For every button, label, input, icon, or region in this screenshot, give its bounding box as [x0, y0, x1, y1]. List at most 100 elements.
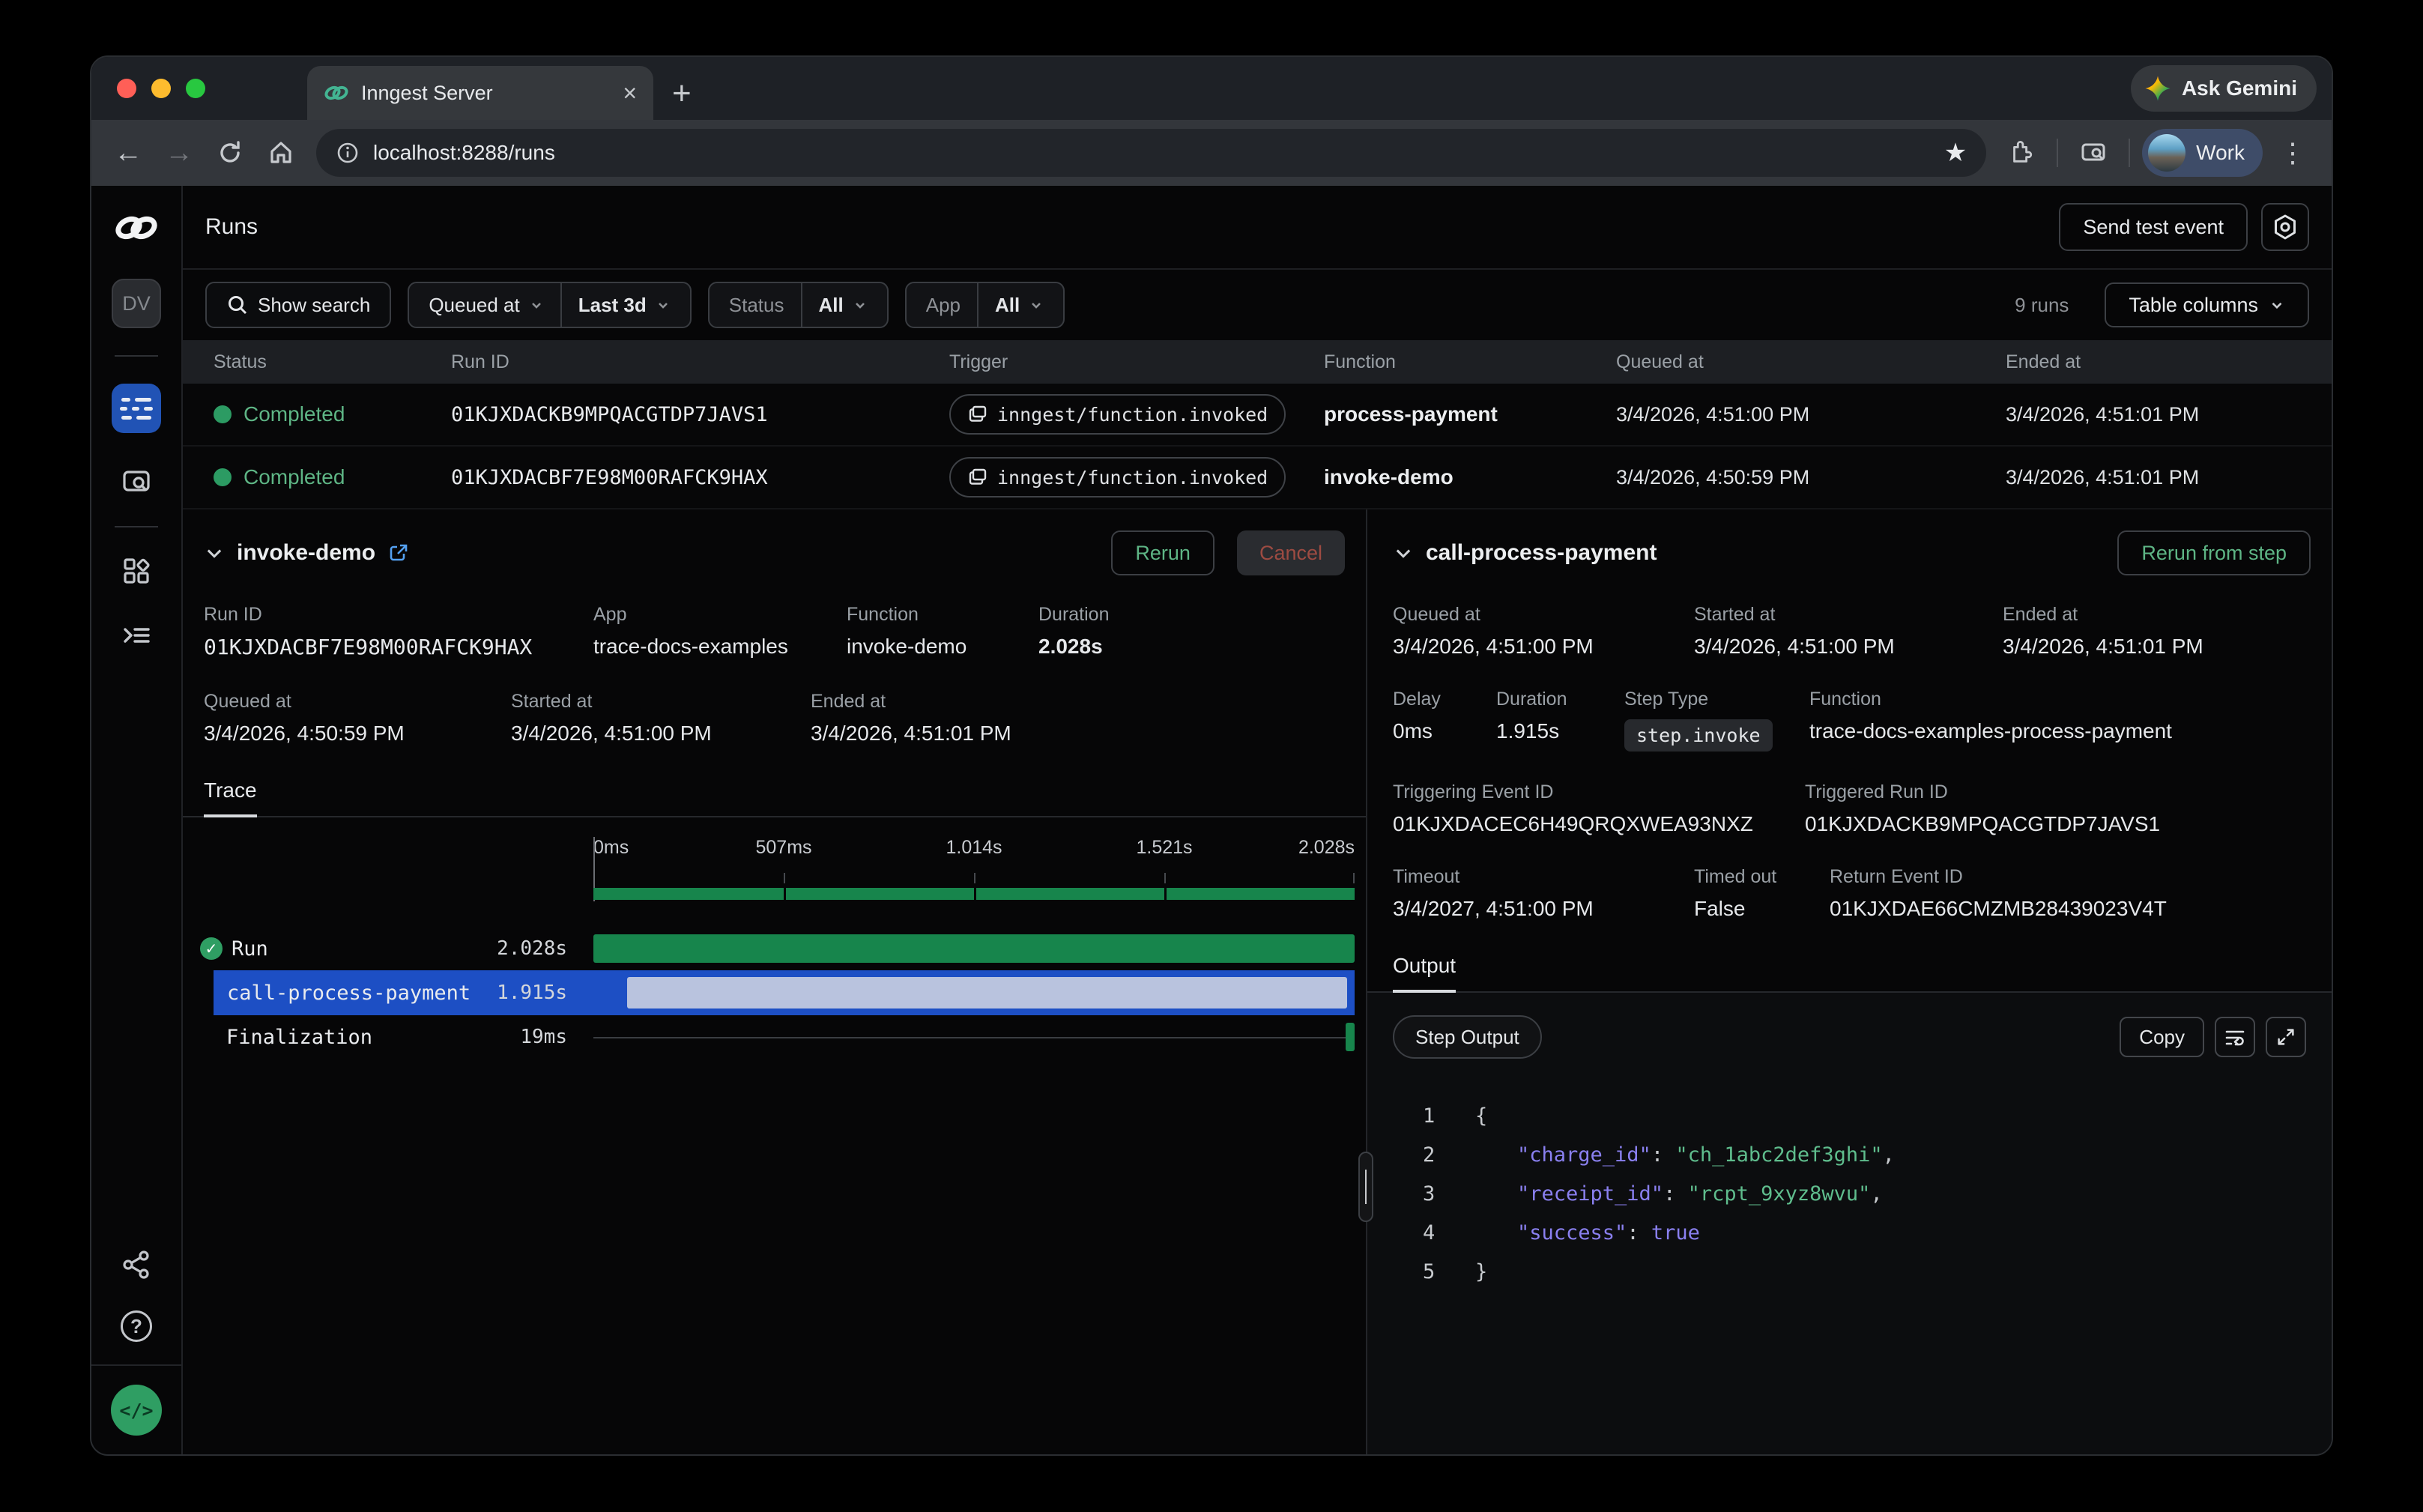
forward-icon[interactable]: →	[156, 130, 202, 176]
trace-row-run[interactable]: ✓ Run 2.028s	[183, 927, 1366, 970]
tab-search-icon[interactable]	[2070, 130, 2117, 176]
trace-bar-run[interactable]	[593, 934, 1355, 963]
settings-gear-button[interactable]	[2261, 203, 2309, 251]
table-row[interactable]: Completed 01KJXDACBF7E98M00RAFCK9HAX inn…	[183, 447, 2332, 509]
function-link[interactable]: trace-docs-examples-process-payment	[1809, 719, 2172, 743]
app-link[interactable]: trace-docs-examples	[593, 635, 847, 659]
completed-check-icon: ✓	[200, 937, 223, 960]
sidebar-item-terminal[interactable]	[120, 619, 153, 652]
sidebar-item-apps[interactable]	[120, 554, 153, 587]
dev-code-button[interactable]: </>	[111, 1385, 162, 1436]
column-header-trigger[interactable]: Trigger	[949, 351, 1324, 373]
chevron-down-icon	[656, 297, 671, 312]
profile-chip[interactable]: Work	[2142, 129, 2263, 177]
sidebar-item-runs[interactable]	[112, 384, 161, 433]
table-columns-button[interactable]: Table columns	[2105, 282, 2309, 327]
inngest-logo-icon[interactable]	[113, 211, 160, 244]
trace-rows: ✓ Run 2.028s call-process-payment 1.915s	[183, 927, 1366, 1059]
workspace-avatar[interactable]: DV	[112, 279, 161, 328]
site-info-icon[interactable]	[336, 141, 360, 165]
trace-bar-finalization[interactable]	[1346, 1023, 1355, 1051]
queued-at-value: 3/4/2026, 4:51:00 PM	[1616, 403, 2006, 426]
column-header-run-id[interactable]: Run ID	[451, 351, 949, 373]
step-output-pill[interactable]: Step Output	[1393, 1015, 1542, 1059]
collapse-chevron-icon[interactable]	[1393, 542, 1414, 563]
search-icon	[226, 294, 249, 316]
tab-trace[interactable]: Trace	[204, 778, 257, 817]
tab-title: Inngest Server	[361, 82, 611, 105]
function-link[interactable]: invoke-demo	[847, 635, 1038, 659]
trace-row-call-process-payment[interactable]: call-process-payment 1.915s	[214, 970, 1355, 1015]
maximize-window-button[interactable]	[186, 79, 205, 98]
triggered-run-link[interactable]: 01KJXDACKB9MPQACGTDP7JAVS1	[1805, 812, 2160, 836]
app-filter-select[interactable]: All	[977, 283, 1060, 327]
page-title: Runs	[205, 214, 258, 240]
column-header-status[interactable]: Status	[214, 351, 451, 373]
extensions-icon[interactable]	[1998, 130, 2045, 176]
back-icon[interactable]: ←	[105, 130, 151, 176]
bookmark-star-icon[interactable]: ★	[1944, 138, 1967, 168]
copy-button[interactable]: Copy	[2120, 1017, 2204, 1057]
minimize-window-button[interactable]	[151, 79, 171, 98]
time-field-label: Queued at	[429, 294, 519, 317]
trace-tabs: Trace	[183, 778, 1366, 817]
return-event-link[interactable]: 01KJXDAE66CMZMB28439023V4T	[1830, 897, 2167, 921]
browser-tab[interactable]: Inngest Server ×	[307, 66, 653, 120]
url-text[interactable]: localhost:8288/runs	[373, 141, 1931, 165]
time-field-select[interactable]: Queued at	[412, 283, 560, 327]
chevron-down-icon	[529, 297, 544, 312]
browser-menu-icon[interactable]: ⋮	[2267, 137, 2318, 169]
trace-minimap[interactable]	[593, 888, 1355, 900]
status-filter-label-seg: Status	[713, 283, 801, 327]
column-header-function[interactable]: Function	[1324, 351, 1616, 373]
sidebar-item-events[interactable]	[119, 465, 154, 499]
time-range-select[interactable]: Last 3d	[560, 283, 687, 327]
reload-icon[interactable]	[207, 130, 253, 176]
trace-axis: 0ms 507ms 1.014s 1.521s 2.028s	[593, 837, 1355, 915]
rerun-button[interactable]: Rerun	[1111, 530, 1214, 575]
queued-at-value: 3/4/2026, 4:50:59 PM	[1616, 466, 2006, 489]
column-header-ended-at[interactable]: Ended at	[2006, 351, 2332, 373]
close-window-button[interactable]	[117, 79, 136, 98]
inngest-app: DV	[91, 186, 2332, 1454]
external-link-icon[interactable]	[387, 542, 410, 564]
field-timeout: Timeout 3/4/2027, 4:51:00 PM	[1393, 866, 1694, 921]
trigger-badge[interactable]: inngest/function.invoked	[949, 394, 1286, 435]
tab-close-icon[interactable]: ×	[623, 81, 637, 105]
trace-row-finalization[interactable]: Finalization 19ms	[183, 1015, 1366, 1059]
tab-output[interactable]: Output	[1393, 954, 1456, 993]
cancel-button[interactable]: Cancel	[1237, 530, 1345, 575]
home-icon[interactable]	[258, 130, 304, 176]
word-wrap-button[interactable]	[2215, 1017, 2255, 1057]
share-icon[interactable]	[121, 1249, 152, 1280]
field-function: Function invoke-demo	[847, 604, 1038, 659]
table-row[interactable]: Completed 01KJXDACKB9MPQACGTDP7JAVS1 inn…	[183, 384, 2332, 447]
send-test-event-button[interactable]: Send test event	[2059, 203, 2248, 251]
url-bar[interactable]: localhost:8288/runs ★	[316, 129, 1986, 177]
run-title: invoke-demo	[237, 540, 375, 566]
expand-button[interactable]	[2266, 1017, 2306, 1057]
column-header-queued-at[interactable]: Queued at	[1616, 351, 2006, 373]
trigger-badge[interactable]: inngest/function.invoked	[949, 457, 1286, 498]
triggering-event-link[interactable]: 01KJXDACEC6H49QRQXWEA93NXZ	[1393, 812, 1805, 836]
collapse-chevron-icon[interactable]	[204, 542, 225, 563]
panel-resize-handle[interactable]	[1358, 1152, 1373, 1222]
window-controls	[117, 79, 205, 98]
sidebar-divider	[115, 526, 158, 527]
output-code[interactable]: 1 { 2 "charge_id": "ch_1abc2def3ghi", 3 …	[1393, 1096, 2306, 1291]
new-tab-button[interactable]: +	[672, 75, 692, 112]
axis-tick-label: 0ms	[593, 837, 629, 859]
show-search-button[interactable]: Show search	[205, 282, 391, 328]
ask-gemini-button[interactable]: Ask Gemini	[2131, 65, 2317, 112]
status-dot	[214, 405, 232, 423]
help-icon[interactable]: ?	[121, 1310, 152, 1342]
code-line: 4 "success": true	[1393, 1213, 2306, 1252]
trace-bar-step[interactable]	[627, 977, 1347, 1008]
gemini-sparkle-icon	[2144, 75, 2171, 102]
page-header: Runs Send test event	[183, 186, 2332, 270]
status-dot	[214, 468, 232, 486]
status-filter-select[interactable]: All	[801, 283, 884, 327]
field-timed-out: Timed out False	[1694, 866, 1830, 921]
rerun-from-step-button[interactable]: Rerun from step	[2117, 530, 2311, 575]
code-line: 2 "charge_id": "ch_1abc2def3ghi",	[1393, 1135, 2306, 1174]
